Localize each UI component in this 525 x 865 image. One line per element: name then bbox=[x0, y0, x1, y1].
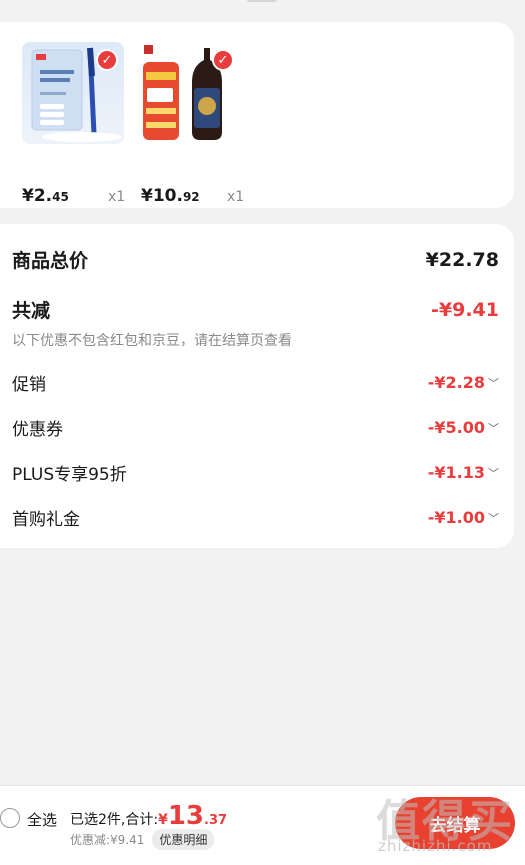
discount-label: 促销 bbox=[12, 375, 46, 395]
total-reduce-row: 共减 -¥9.41 bbox=[12, 296, 499, 323]
discount-row-promo[interactable]: 促销 -¥2.28 ﹀ bbox=[12, 370, 499, 395]
discount-row-first-buy[interactable]: 首购礼金 -¥1.00 ﹀ bbox=[12, 505, 499, 530]
discount-line: 优惠减:¥9.41 优惠明细 bbox=[70, 829, 215, 850]
product-item-vinegar[interactable]: ✓ ¥10.92 x1 bbox=[138, 42, 244, 206]
discount-value: -¥2.28 bbox=[427, 373, 485, 392]
total-decimal: .37 bbox=[204, 813, 228, 828]
total-price-row: 商品总价 ¥22.78 bbox=[12, 246, 499, 273]
discount-row-plus[interactable]: PLUS专享95折 -¥1.13 ﹀ bbox=[12, 460, 499, 485]
chevron-down-icon[interactable]: ﹀ bbox=[488, 465, 499, 481]
product-price: ¥2.45 bbox=[22, 186, 69, 206]
product-qty: x1 bbox=[108, 189, 126, 205]
price-summary-card: 商品总价 ¥22.78 共减 -¥9.41 以下优惠不包含红包和京豆，请在结算页… bbox=[0, 224, 514, 548]
product-card: ✓ ¥2.45 x1 ✓ ¥10.92 x1 bbox=[0, 22, 514, 208]
discount-value: -¥1.13 bbox=[427, 463, 485, 482]
discount-label: 优惠券 bbox=[12, 420, 63, 440]
product-item-pen[interactable]: ✓ ¥2.45 x1 bbox=[22, 42, 125, 206]
total-reduce-value: -¥9.41 bbox=[431, 298, 499, 321]
total-price-value: ¥22.78 bbox=[425, 248, 499, 271]
discount-value: -¥5.00 bbox=[427, 418, 485, 437]
product-price: ¥10.92 bbox=[141, 186, 200, 206]
discount-amount-text: 优惠减:¥9.41 bbox=[70, 833, 145, 847]
product-qty: x1 bbox=[227, 189, 245, 205]
chevron-down-icon[interactable]: ﹀ bbox=[488, 510, 499, 526]
checkout-bar: 全选 已选2件,合计: ¥ 13 .37 优惠减:¥9.41 优惠明细 去结算 bbox=[0, 785, 525, 865]
discount-row-coupon[interactable]: 优惠券 -¥5.00 ﹀ bbox=[12, 415, 499, 440]
product-image-vinegar[interactable]: ✓ bbox=[138, 42, 240, 144]
total-integer: 13 bbox=[167, 801, 205, 831]
checked-icon[interactable]: ✓ bbox=[96, 49, 118, 71]
discount-label: 首购礼金 bbox=[12, 510, 80, 530]
total-currency: ¥ bbox=[158, 812, 168, 828]
discount-note: 以下优惠不包含红包和京豆，请在结算页查看 bbox=[12, 333, 292, 349]
total-reduce-label: 共减 bbox=[12, 300, 51, 322]
checked-icon[interactable]: ✓ bbox=[212, 49, 234, 71]
select-all-label[interactable]: 全选 bbox=[27, 809, 57, 830]
sheet-handle bbox=[247, 0, 277, 2]
selected-summary: 已选2件,合计: ¥ 13 .37 bbox=[70, 801, 228, 831]
checkout-button[interactable]: 去结算 bbox=[395, 797, 515, 849]
chevron-down-icon[interactable]: ﹀ bbox=[488, 375, 499, 391]
total-price-label: 商品总价 bbox=[12, 250, 89, 272]
selected-count-text: 已选2件,合计: bbox=[70, 812, 159, 828]
select-all-radio[interactable] bbox=[0, 808, 20, 828]
discount-label: PLUS专享95折 bbox=[12, 465, 127, 485]
discount-detail-button[interactable]: 优惠明细 bbox=[152, 829, 215, 850]
discount-value: -¥1.00 bbox=[427, 508, 485, 527]
product-image-pen[interactable]: ✓ bbox=[22, 42, 124, 144]
chevron-down-icon[interactable]: ﹀ bbox=[488, 420, 499, 436]
